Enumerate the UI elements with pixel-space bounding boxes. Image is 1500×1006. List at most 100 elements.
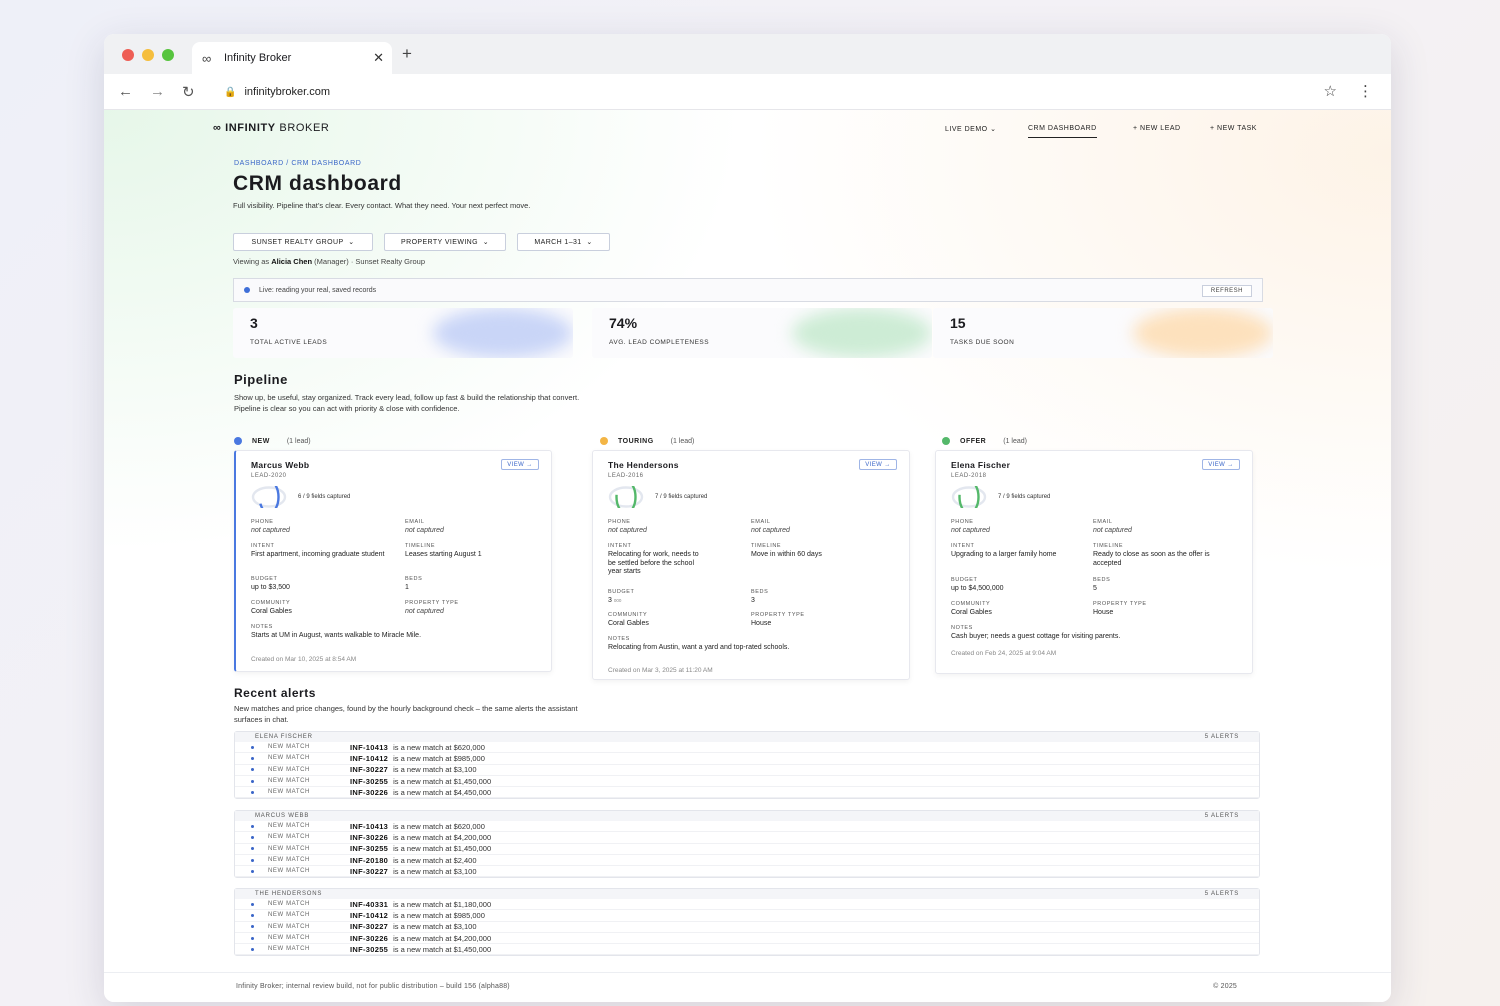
community-value: Coral Gables [608,620,649,627]
nav-live-demo[interactable]: LIVE DEMO ⌄ [945,125,996,133]
filter-range-select[interactable]: MARCH 1–31 ⌄ [517,233,610,251]
alert-type: NEW MATCH [268,845,310,852]
brand-bold: INFINITY [225,122,276,134]
listing-id[interactable]: INF-30255 [350,844,388,853]
reload-icon[interactable]: ↻ [182,83,195,101]
pipeline-description: Show up, be useful, stay organized. Trac… [234,393,580,413]
listing-id[interactable]: INF-10413 [350,822,388,831]
alert-group-name: MARCUS WEBB [255,813,310,819]
property-type-label: PROPERTY TYPE [751,612,805,618]
alert-row[interactable]: NEW MATCH INF-30226 is a new match at $4,2… [235,933,1259,945]
budget-value: 3 000 [608,597,621,606]
intent-label: INTENT [608,543,632,549]
alert-group: ELENA FISCHER 5 ALERTS NEW MATCH INF-1041… [234,731,1260,800]
bookmark-star-icon[interactable]: ☆ [1324,82,1337,100]
minimize-window-button[interactable] [142,49,154,61]
forward-icon[interactable]: → [150,83,165,100]
alert-type: NEW MATCH [268,834,310,841]
alert-row[interactable]: NEW MATCH INF-30226 is a new match at $4,2… [235,832,1259,844]
alert-row[interactable]: NEW MATCH INF-30227 is a new match at $3,1… [235,922,1259,933]
refresh-button[interactable]: REFRESH [1201,285,1252,297]
browser-menu-icon[interactable]: ⋮ [1358,82,1373,100]
back-icon[interactable]: ← [118,83,133,100]
listing-id[interactable]: INF-20180 [350,856,388,865]
stat-decoration [433,308,573,358]
alert-group-count: 5 ALERTS [1204,813,1239,819]
alert-group-header: ELENA FISCHER 5 ALERTS [235,732,1259,742]
close-tab-icon[interactable]: ✕ [373,50,384,66]
lead-id: LEAD-2016 [608,473,644,479]
listing-id[interactable]: INF-30227 [350,867,388,876]
alert-text: is a new match at $1,450,000 [393,944,492,954]
alert-row[interactable]: NEW MATCH INF-10413 is a new match at $620… [235,742,1259,754]
alert-row[interactable]: NEW MATCH INF-30255 is a new match at $1,4… [235,944,1259,956]
view-lead-button[interactable]: VIEW → [1202,459,1240,470]
phone-label: PHONE [608,519,631,525]
listing-id[interactable]: INF-30227 [350,922,388,931]
alert-row[interactable]: NEW MATCH INF-40331 is a new match at $1,1… [235,899,1259,911]
alert-type: NEW MATCH [268,901,310,908]
stage-name: OFFER [960,437,987,445]
phone-label: PHONE [251,519,274,525]
listing-id[interactable]: INF-10412 [350,754,388,763]
lead-card[interactable]: The Hendersons LEAD-2016 VIEW → 7 / 9 fi… [592,450,910,680]
phone-value: not captured [951,527,990,534]
listing-id[interactable]: INF-30255 [350,945,388,954]
alert-type: NEW MATCH [268,766,310,773]
browser-tab[interactable]: ∞ Infinity Broker ✕ [192,42,392,74]
alert-type: NEW MATCH [268,923,310,930]
budget-label: BUDGET [251,576,278,582]
alert-type: NEW MATCH [268,868,310,875]
notes-label: NOTES [951,625,973,631]
alert-row[interactable]: NEW MATCH INF-10413 is a new match at $620… [235,821,1259,833]
alert-row[interactable]: NEW MATCH INF-30255 is a new match at $1,4… [235,844,1259,855]
tab-bar: ∞ Infinity Broker ✕ + [104,34,1391,74]
listing-id[interactable]: INF-30226 [350,833,388,842]
notes-value: Starts at UM in August, wants walkable t… [251,632,422,639]
alerts-description: New matches and price changes, found by … [234,704,578,724]
alert-rows: NEW MATCH INF-10413 is a new match at $620… [235,742,1259,799]
maximize-window-button[interactable] [162,49,174,61]
breadcrumb[interactable]: DASHBOARD / CRM DASHBOARD [234,160,361,167]
alert-row[interactable]: NEW MATCH INF-30226 is a new match at $4,4… [235,787,1259,799]
alert-row[interactable]: NEW MATCH INF-30227 is a new match at $3,1… [235,765,1259,776]
listing-id[interactable]: INF-30226 [350,934,388,943]
new-tab-icon[interactable]: + [402,44,412,64]
stage-dot-icon [942,437,950,445]
nav-crm-dashboard[interactable]: CRM DASHBOARD [1028,125,1097,138]
alert-row[interactable]: NEW MATCH INF-10412 is a new match at $985… [235,753,1259,765]
alert-row[interactable]: NEW MATCH INF-30227 is a new match at $3,1… [235,866,1259,878]
alert-type: NEW MATCH [268,778,310,785]
alert-row[interactable]: NEW MATCH INF-30255 is a new match at $1,4… [235,776,1259,788]
listing-id[interactable]: INF-30255 [350,777,388,786]
nav-new-task[interactable]: + NEW TASK [1210,125,1257,132]
completeness-ring-icon [251,486,287,508]
view-lead-button[interactable]: VIEW → [501,459,539,470]
brand-logo[interactable]: ∞ INFINITY BROKER [213,122,329,134]
alert-group: MARCUS WEBB 5 ALERTS NEW MATCH INF-10413 i… [234,810,1260,879]
listing-id[interactable]: INF-10413 [350,743,388,752]
url-field[interactable]: 🔒 infinitybroker.com [212,79,1292,105]
alert-row[interactable]: NEW MATCH INF-10412 is a new match at $985… [235,910,1259,922]
lead-card[interactable]: Elena Fischer LEAD-2018 VIEW → 7 / 9 fie… [935,450,1253,674]
listing-id[interactable]: INF-30226 [350,788,388,797]
community-label: COMMUNITY [608,612,648,618]
listing-id[interactable]: INF-10412 [350,911,388,920]
view-lead-button[interactable]: VIEW → [859,459,897,470]
beds-value: 5 [1093,585,1097,592]
completeness-ring-icon [608,486,644,508]
lead-card[interactable]: Marcus Webb LEAD-2020 VIEW → 6 / 9 field… [234,450,552,672]
alert-row[interactable]: NEW MATCH INF-20180 is a new match at $2,4… [235,855,1259,867]
filter-type-select[interactable]: PROPERTY VIEWING ⌄ [384,233,506,251]
email-value: not captured [405,527,444,534]
filter-group-select[interactable]: SUNSET REALTY GROUP ⌄ [233,233,373,251]
stage-name: NEW [252,437,270,445]
listing-id[interactable]: INF-40331 [350,900,388,909]
bullet-icon [251,913,254,917]
live-text: Live: reading your real, saved records [259,286,377,294]
beds-value: 3 [751,597,755,604]
nav-new-lead[interactable]: + NEW LEAD [1133,125,1181,132]
listing-id[interactable]: INF-30227 [350,765,388,774]
close-window-button[interactable] [122,49,134,61]
alert-group-name: THE HENDERSONS [255,891,323,897]
